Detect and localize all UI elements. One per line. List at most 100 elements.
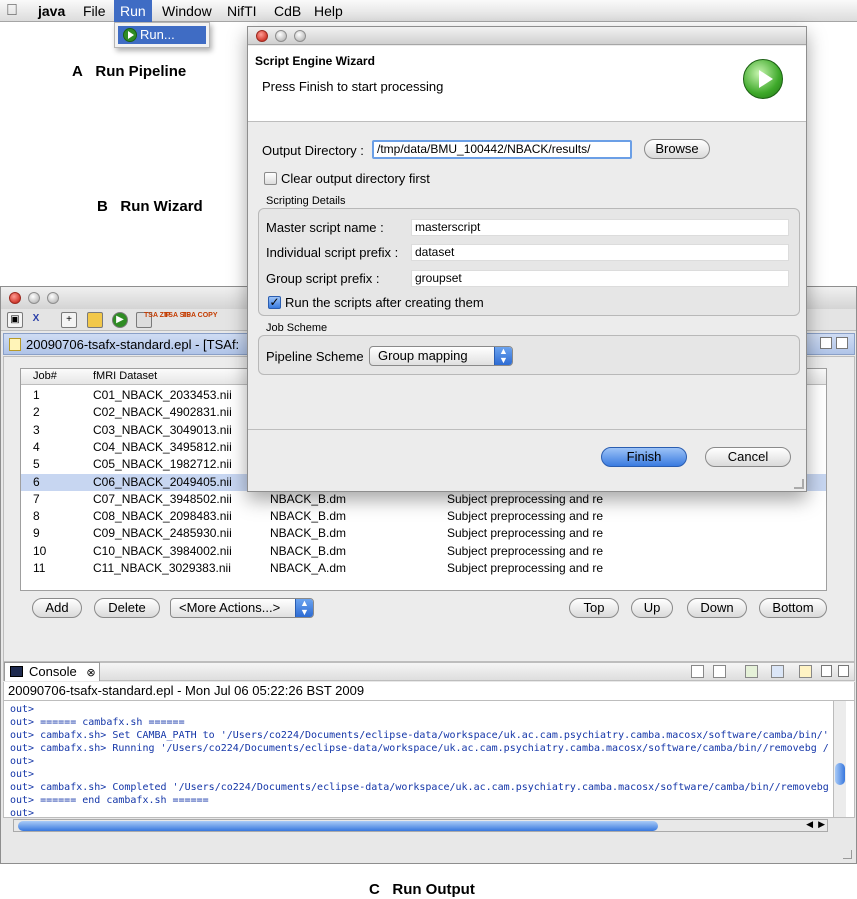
table-row[interactable]: 7 C07_NBACK_3948502.nii NBACK_B.dm Subject …	[21, 491, 826, 508]
table-row[interactable]: 8 C08_NBACK_2098483.nii NBACK_B.dm Subject …	[21, 508, 826, 525]
open-folder-icon[interactable]	[87, 312, 103, 328]
caption-a-text: Run Pipeline	[95, 63, 187, 80]
select-arrows-icon: ▲ ▼	[295, 599, 313, 617]
minimize-console-icon[interactable]	[821, 665, 832, 677]
close-tab-icon[interactable]: ⊗	[86, 667, 95, 679]
minimize-view-icon[interactable]	[820, 337, 832, 349]
master-script-field[interactable]: masterscript	[411, 219, 789, 236]
group-prefix-label: Group script prefix :	[266, 271, 380, 286]
individual-prefix-field[interactable]: dataset	[411, 244, 789, 261]
description-cell: Subject preprocessing and re	[447, 543, 604, 558]
job-scheme-group: Pipeline Scheme Group mapping ▲ ▼	[258, 335, 800, 375]
down-button[interactable]: Down	[687, 598, 747, 618]
menu-app[interactable]: java	[38, 0, 65, 22]
scroll-left-icon[interactable]: ◀	[806, 819, 813, 830]
master-script-label: Master script name :	[266, 220, 384, 235]
browse-button[interactable]: Browse	[644, 139, 710, 159]
table-row[interactable]: 9 C09_NBACK_2485930.nii NBACK_B.dm Subject …	[21, 525, 826, 542]
pipeline-scheme-label: Pipeline Scheme	[266, 349, 364, 364]
clear-output-checkbox[interactable]	[264, 172, 277, 185]
job-number-cell: 8	[33, 509, 40, 524]
console-line: out> ====== cambafx.sh ======	[10, 717, 185, 728]
job-scheme-title: Job Scheme	[266, 322, 328, 334]
window-resize-grip[interactable]	[843, 850, 852, 859]
more-actions-select[interactable]: <More Actions...> ▲ ▼	[170, 598, 314, 618]
up-button[interactable]: Up	[631, 598, 673, 618]
dataset-cell: C08_NBACK_2098483.nii	[93, 509, 232, 524]
view-icon[interactable]: ▣	[7, 312, 23, 328]
dataset-cell: C03_NBACK_3049013.nii	[93, 422, 232, 437]
open-console-icon[interactable]	[799, 665, 812, 678]
dataset-cell: C01_NBACK_2033453.nii	[93, 388, 232, 402]
new-file-icon[interactable]: +	[61, 312, 77, 328]
console-line: out> cambafx.sh> Completed '/Users/co224…	[10, 782, 829, 793]
run-scripts-checkbox[interactable]: ✓	[268, 296, 281, 309]
horizontal-scrollbar[interactable]: ◀ ▶	[13, 819, 828, 832]
add-button[interactable]: Add	[32, 598, 82, 618]
scripting-details-group: Master script name : masterscript Indivi…	[258, 208, 800, 316]
apple-icon[interactable]: 	[6, 2, 18, 20]
vertical-scrollbar[interactable]	[833, 701, 846, 817]
menu-file[interactable]: File	[83, 0, 106, 22]
close-dialog-icon[interactable]	[256, 30, 268, 42]
group-prefix-field[interactable]: groupset	[411, 270, 789, 287]
wizard-separator	[248, 429, 806, 430]
cancel-button[interactable]: Cancel	[705, 447, 791, 467]
dialog-resize-grip[interactable]	[794, 479, 804, 489]
minimize-window-icon[interactable]	[28, 292, 40, 304]
menu-bar:  java File Run Window NifTI CdB Help	[0, 0, 857, 22]
menu-help[interactable]: Help	[314, 0, 343, 22]
finish-button[interactable]: Finish	[601, 447, 687, 467]
delete-button[interactable]: Delete	[94, 598, 160, 618]
pin-console-icon[interactable]	[745, 665, 758, 678]
wizard-banner: Script Engine Wizard Press Finish to sta…	[248, 46, 806, 122]
column-header-job[interactable]: Job#	[33, 370, 57, 382]
display-console-icon[interactable]	[771, 665, 784, 678]
bottom-button[interactable]: Bottom	[759, 598, 827, 618]
dataset-cell: C09_NBACK_2485930.nii	[93, 526, 232, 541]
menu-cdb[interactable]: CdB	[274, 0, 301, 22]
table-row[interactable]: 11 C11_NBACK_3029383.nii NBACK_A.dm Subject…	[21, 560, 826, 577]
function-icon[interactable]: X	[28, 312, 44, 328]
menu-niftI[interactable]: NifTI	[227, 0, 257, 22]
table-row[interactable]: 10 C10_NBACK_3984002.nii NBACK_B.dm Subject…	[21, 543, 826, 560]
minimize-dialog-icon[interactable]	[275, 30, 287, 42]
wizard-titlebar	[248, 27, 806, 45]
pipeline-scheme-value: Group mapping	[378, 348, 468, 363]
console-tab[interactable]: Console ⊗	[4, 662, 100, 681]
run-icon[interactable]: ▶	[112, 312, 128, 328]
vertical-scroll-thumb[interactable]	[835, 763, 845, 785]
editor-tab-title: 20090706-tsafx-standard.epl - [TSAf:	[26, 337, 240, 352]
pipeline-scheme-select[interactable]: Group mapping ▲ ▼	[369, 346, 513, 366]
caption-a-letter: A	[72, 63, 83, 80]
zoom-window-icon[interactable]	[47, 292, 59, 304]
column-header-dataset[interactable]: fMRI Dataset	[93, 370, 157, 382]
dataset-cell: C11_NBACK_3029383.nii	[93, 561, 231, 575]
run-banner-icon	[743, 59, 783, 99]
job-number-cell: 4	[33, 439, 40, 454]
scroll-right-icon[interactable]: ▶	[818, 819, 825, 830]
job-number-cell: 11	[33, 561, 46, 575]
horizontal-scroll-thumb[interactable]	[18, 821, 658, 831]
run-menu-item[interactable]: Run...	[118, 26, 206, 44]
console-line: out> ====== end cambafx.sh ======	[10, 795, 209, 806]
run-menu-dropdown: Run...	[114, 22, 210, 48]
run-menu-item-label: Run...	[140, 27, 175, 42]
console-output[interactable]: out> out> ====== cambafx.sh ====== out> ca…	[3, 700, 855, 818]
top-button[interactable]: Top	[569, 598, 619, 618]
menu-window[interactable]: Window	[162, 0, 212, 22]
maximize-console-icon[interactable]	[838, 665, 849, 677]
tsa-copy-icon[interactable]: TSA COPY	[182, 312, 218, 320]
caption-a: A Run Pipeline	[72, 63, 186, 80]
zoom-dialog-icon[interactable]	[294, 30, 306, 42]
menu-run[interactable]: Run	[114, 0, 152, 22]
scroll-lock-icon[interactable]	[713, 665, 726, 678]
output-directory-field[interactable]: /tmp/data/BMU_100442/NBACK/results/	[372, 140, 632, 159]
output-directory-label: Output Directory :	[262, 143, 364, 158]
maximize-view-icon[interactable]	[836, 337, 848, 349]
clear-console-icon[interactable]	[691, 665, 704, 678]
console-line: out>	[10, 704, 35, 715]
close-window-icon[interactable]	[9, 292, 21, 304]
console-tab-label: Console	[29, 664, 77, 679]
dataset-cell: C07_NBACK_3948502.nii	[93, 491, 232, 506]
